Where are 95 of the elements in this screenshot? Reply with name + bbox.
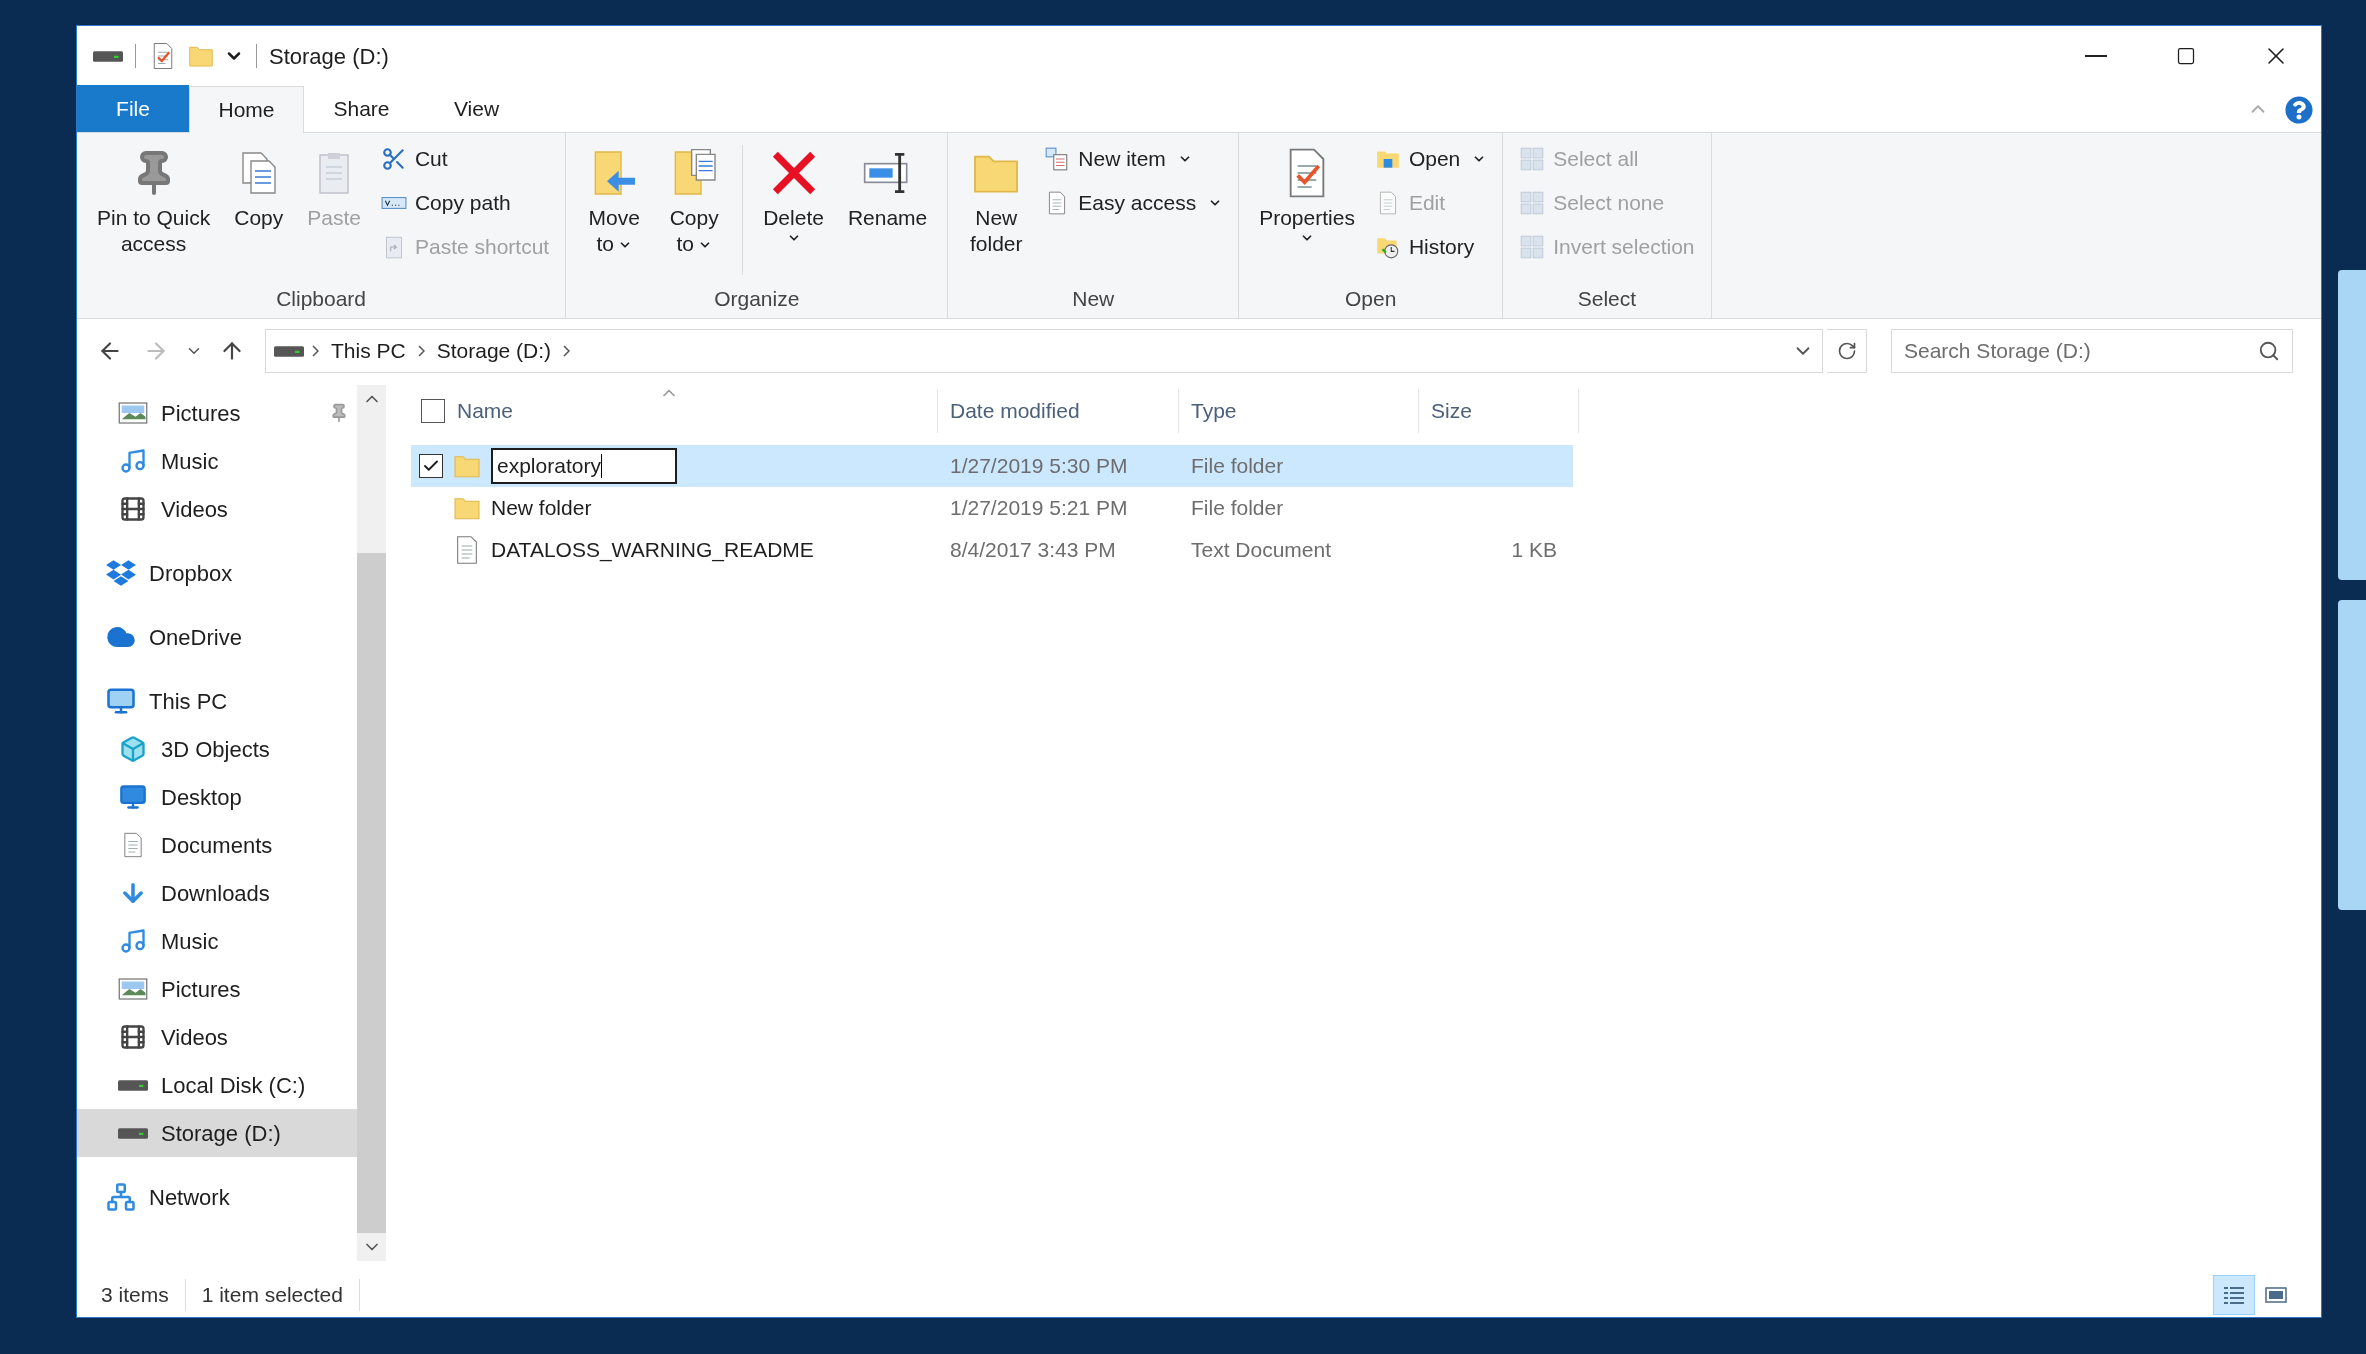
breadcrumb[interactable]: Storage (D:) xyxy=(432,335,556,367)
grid-icon xyxy=(1519,234,1546,260)
nav-item[interactable]: Local Disk (C:) xyxy=(77,1061,357,1109)
selection-count: 1 item selected xyxy=(185,1279,360,1311)
ribbon-button[interactable]: Open xyxy=(1370,137,1491,181)
music-note-icon xyxy=(119,447,147,475)
nav-item[interactable]: Downloads xyxy=(77,869,357,917)
group-label: Clipboard xyxy=(276,285,367,312)
column-header[interactable]: Name xyxy=(401,389,938,433)
refresh-button[interactable] xyxy=(1827,329,1867,373)
file-row[interactable]: exploratory 1/27/2019 5:30 PM File folder xyxy=(411,445,1573,487)
ribbon-button[interactable]: Properties xyxy=(1251,137,1363,283)
help-icon[interactable] xyxy=(2285,96,2313,124)
nav-item[interactable]: 3D Objects xyxy=(77,725,357,773)
view-button[interactable] xyxy=(2213,1275,2255,1315)
ribbon-button[interactable]: New item xyxy=(1040,137,1227,181)
group-label: New xyxy=(1072,285,1115,312)
music-note-icon xyxy=(119,927,147,955)
column-header[interactable]: Size xyxy=(1419,389,1579,433)
film-icon xyxy=(119,495,147,523)
nav-item[interactable]: Videos xyxy=(77,485,357,533)
monitor-icon xyxy=(119,783,147,811)
window-title: Storage (D:) xyxy=(269,42,390,71)
chevron-icon xyxy=(563,345,571,357)
nav-item[interactable]: Pictures xyxy=(77,965,357,1013)
drive-icon xyxy=(118,1079,148,1091)
film-icon xyxy=(119,1023,147,1051)
ribbon-button[interactable]: Delete xyxy=(755,137,832,283)
ribbon-tab[interactable]: File xyxy=(77,85,189,132)
date-cell-text: 8/4/2017 3:43 PM xyxy=(949,537,1117,564)
item-count: 3 items xyxy=(101,1279,186,1311)
nav-item[interactable]: This PC xyxy=(77,677,357,725)
drive-icon xyxy=(93,50,123,62)
address-field[interactable]: This PC Storage (D:) xyxy=(265,329,1823,373)
chevron-icon xyxy=(312,345,319,357)
nav-item[interactable]: Videos xyxy=(77,1013,357,1061)
type-cell-text: File folder xyxy=(1190,453,1285,480)
group-label: Open xyxy=(1345,285,1397,312)
drive-icon xyxy=(274,345,304,357)
network-icon xyxy=(106,1182,136,1212)
file-row[interactable]: DATALOSS_WARNING_README 8/4/2017 3:43 PM Text Document 1 KB xyxy=(411,529,1573,571)
breadcrumb[interactable]: This PC xyxy=(327,335,410,367)
monitor-icon xyxy=(106,686,136,716)
ribbon-button[interactable]: Cut xyxy=(376,137,554,181)
nav-item[interactable]: Music xyxy=(77,437,357,485)
group-label: Organize xyxy=(714,285,800,312)
rename-field[interactable]: exploratory xyxy=(491,448,677,484)
ribbon-button[interactable]: Easy access xyxy=(1040,181,1227,225)
chevron-icon xyxy=(417,345,425,357)
ribbon-button[interactable]: Pin to Quick access xyxy=(89,137,219,283)
nav-item[interactable]: Documents xyxy=(77,821,357,869)
file-name: New folder xyxy=(491,495,592,522)
ribbon-button[interactable]: Move to xyxy=(578,137,651,283)
date-cell-text: 1/27/2019 5:30 PM xyxy=(949,453,1129,480)
details-view-icon xyxy=(2222,1285,2246,1305)
refresh-icon xyxy=(1836,341,1857,361)
type-cell-text: File folder xyxy=(1190,495,1285,522)
file-row[interactable]: New folder 1/27/2019 5:21 PM File folder xyxy=(411,487,1573,529)
grid-icon xyxy=(1519,146,1546,172)
size-cell-text: 1 KB xyxy=(1510,537,1558,564)
ribbon-tab[interactable]: View xyxy=(419,85,534,132)
ribbon-button[interactable]: Copy to xyxy=(658,137,731,283)
column-header[interactable]: Type xyxy=(1179,389,1419,433)
ribbon-button[interactable]: History xyxy=(1370,225,1491,269)
search-field[interactable]: Search Storage (D:) xyxy=(1891,329,2293,373)
boxes-icon xyxy=(106,558,136,588)
nav-item[interactable]: Network xyxy=(77,1173,357,1221)
scissors-icon xyxy=(380,146,407,172)
maximize-icon xyxy=(2176,46,2196,66)
minimize-icon xyxy=(2085,55,2107,57)
ribbon-tab[interactable]: Share xyxy=(304,85,419,132)
nav-item[interactable]: Storage (D:) xyxy=(77,1109,357,1157)
type-cell-text: Text Document xyxy=(1190,537,1333,564)
nav-item[interactable]: Pictures xyxy=(77,389,357,437)
nav-item[interactable]: Desktop xyxy=(77,773,357,821)
row-checkbox[interactable] xyxy=(419,454,443,478)
ribbon-button[interactable]: Copy path xyxy=(376,181,554,225)
column-header[interactable]: Date modified xyxy=(938,389,1179,433)
ribbon-tab[interactable]: Home xyxy=(189,86,304,133)
date-cell-text: 1/27/2019 5:21 PM xyxy=(949,495,1129,522)
ribbon-button[interactable]: Rename xyxy=(839,137,936,283)
select-all-checkbox[interactable] xyxy=(421,399,445,423)
nav-item[interactable]: OneDrive xyxy=(77,613,357,661)
file-name: DATALOSS_WARNING_README xyxy=(491,537,814,564)
search-icon xyxy=(2258,340,2280,362)
nav-item[interactable]: Music xyxy=(77,917,357,965)
grid-icon xyxy=(1519,190,1546,216)
ribbon-button[interactable]: New folder xyxy=(960,137,1033,283)
scrollbar[interactable] xyxy=(357,385,386,1261)
drive-icon xyxy=(118,1127,148,1139)
cube-icon xyxy=(119,735,147,763)
ribbon-button[interactable]: Copy xyxy=(226,137,292,283)
nav-item[interactable]: Dropbox xyxy=(77,549,357,597)
thumbnail-view-icon xyxy=(2264,1285,2288,1305)
group-label: Select xyxy=(1577,285,1637,312)
